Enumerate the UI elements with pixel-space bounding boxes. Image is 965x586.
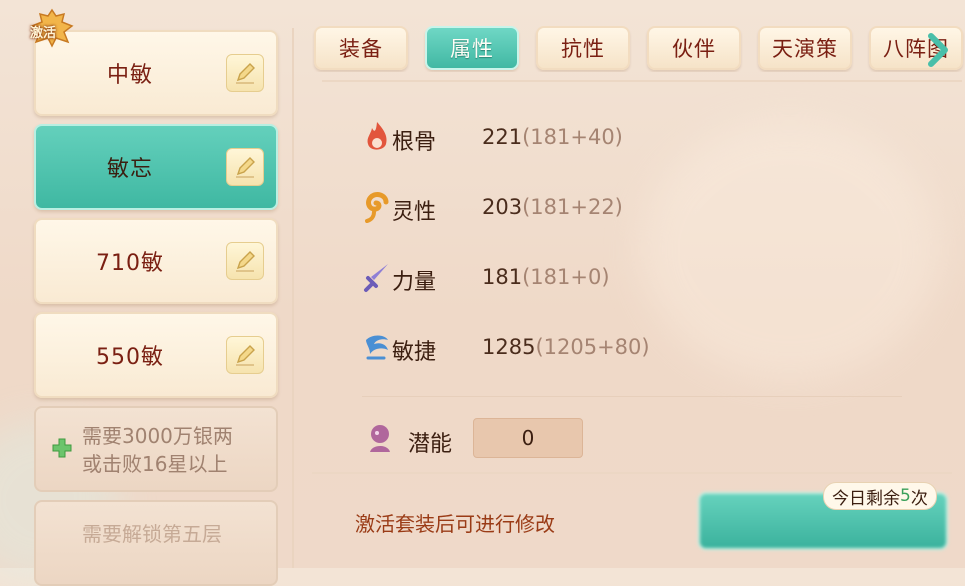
preset-slot-2[interactable]: 敏忘 <box>34 124 278 210</box>
attribute-name: 灵性 <box>392 200 437 225</box>
locked-slot-1[interactable]: 需要3000万银两 或击败16星以上 <box>34 406 278 492</box>
attribute-value: 203(181+22) <box>482 195 623 219</box>
attribute-row: 敏捷 1285(1205+80) <box>362 328 762 368</box>
activated-badge-label: 激活 <box>30 26 57 41</box>
panel-divider <box>292 28 294 568</box>
flame-icon <box>362 120 392 154</box>
tab-divider <box>322 80 962 82</box>
tab-partner[interactable]: 伙伴 <box>647 26 741 70</box>
tab-tianyance[interactable]: 天演策 <box>758 26 852 70</box>
preset-label: 550敏 <box>96 345 164 370</box>
attribute-row: 灵性 203(181+22) <box>362 188 762 228</box>
swirl-icon <box>362 190 392 224</box>
preset-label: 710敏 <box>96 251 164 276</box>
attribute-value: 181(181+0) <box>482 265 610 289</box>
preset-label: 敏忘 <box>106 157 153 182</box>
edit-icon[interactable] <box>226 336 264 374</box>
attribute-row: 力量 181(181+0) <box>362 258 762 298</box>
unlock-requirement-line1: 需要解锁第五层 <box>82 522 222 546</box>
potential-icon <box>366 422 394 460</box>
attribute-value: 221(181+40) <box>482 125 623 149</box>
tab-resistance[interactable]: 抗性 <box>536 26 630 70</box>
wind-icon <box>362 330 392 364</box>
preset-slot-4[interactable]: 550敏 <box>34 312 278 398</box>
sword-icon <box>362 260 392 294</box>
remaining-count-badge: 今日剩余 5 次 <box>823 482 937 510</box>
activate-hint-text: 激活套装后可进行修改 <box>355 512 555 536</box>
attribute-name: 敏捷 <box>392 340 437 365</box>
unlock-requirement-line1: 需要3000万银两 <box>82 424 233 448</box>
attribute-row: 根骨 221(181+40) <box>362 118 762 158</box>
locked-slot-2[interactable]: 需要解锁第五层 <box>34 500 278 586</box>
activated-badge: 激活 <box>28 8 76 48</box>
footer-divider <box>312 472 952 474</box>
edit-icon[interactable] <box>226 54 264 92</box>
preset-panel: 中敏 激活 敏忘 710敏 550敏 需要3000万银两 或击败16星以上 需要… <box>28 8 288 586</box>
preset-slot-3[interactable]: 710敏 <box>34 218 278 304</box>
potential-value: 0 <box>473 418 583 458</box>
edit-icon[interactable] <box>226 242 264 280</box>
tab-attributes[interactable]: 属性 <box>425 26 519 70</box>
tab-bar: 装备 属性 抗性 伙伴 天演策 八阵图 <box>312 26 965 72</box>
attribute-value: 1285(1205+80) <box>482 335 650 359</box>
attribute-name: 根骨 <box>392 130 437 155</box>
tab-equipment[interactable]: 装备 <box>314 26 408 70</box>
chevron-right-icon[interactable] <box>925 30 951 70</box>
attribute-divider <box>362 396 902 397</box>
unlock-requirement-line2: 或击败16星以上 <box>82 452 228 476</box>
potential-label: 潜能 <box>408 432 453 457</box>
edit-icon[interactable] <box>226 148 264 186</box>
attribute-name: 力量 <box>392 270 437 295</box>
plus-icon <box>52 438 72 462</box>
